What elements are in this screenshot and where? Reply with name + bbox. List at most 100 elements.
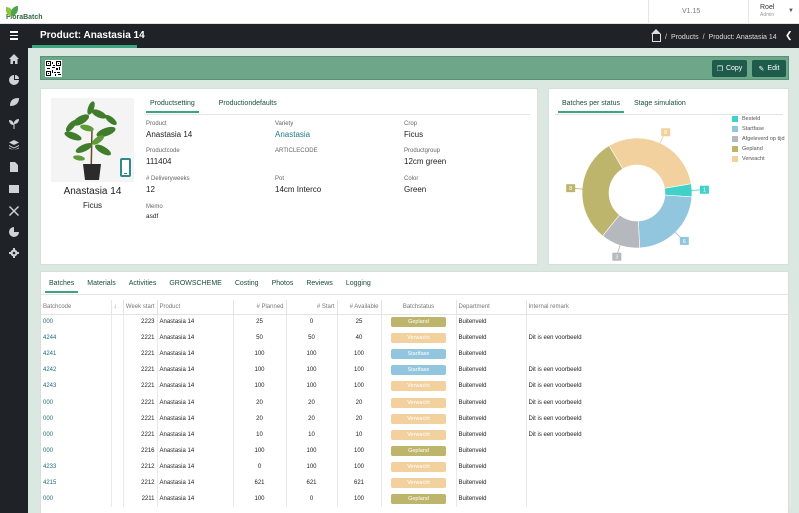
app-logo[interactable]: FloraBatch bbox=[6, 3, 43, 21]
user-menu[interactable]: Roel Admin bbox=[760, 4, 774, 18]
code-cell[interactable]: 4241 bbox=[41, 346, 112, 363]
remark-cell: Dit is een voorbeeld bbox=[526, 426, 791, 443]
sidebar-leaf-icon[interactable] bbox=[9, 97, 19, 107]
column-header[interactable]: Product bbox=[157, 300, 234, 315]
planned-cell: 100 bbox=[233, 378, 287, 395]
code-cell[interactable]: 4243 bbox=[41, 378, 112, 395]
product-cell: Anastasia 14 bbox=[157, 442, 234, 459]
planned-cell: 100 bbox=[233, 362, 287, 379]
legend-item[interactable]: Gepland bbox=[732, 146, 785, 152]
column-header[interactable]: Department bbox=[456, 300, 527, 315]
column-header[interactable]: Week start bbox=[123, 300, 158, 315]
code-cell[interactable]: 4242 bbox=[41, 362, 112, 379]
sidebar-layers-icon[interactable] bbox=[9, 140, 19, 150]
status-badge: Gepland bbox=[391, 317, 446, 328]
week-cell: 2221 bbox=[123, 330, 158, 347]
code-cell[interactable]: 000 bbox=[41, 442, 112, 459]
dept-cell: Buitenveld bbox=[456, 491, 527, 508]
tab-activities[interactable]: Activities bbox=[129, 280, 157, 292]
legend-item[interactable]: Afgeleverd op tijd bbox=[732, 136, 785, 142]
sidebar-sprout-icon[interactable] bbox=[9, 119, 19, 129]
batches-card: Batches Materials Activities GROWSCHEME Cost… bbox=[40, 271, 791, 513]
start-cell: 20 bbox=[286, 394, 338, 411]
sidebar-home-icon[interactable] bbox=[9, 54, 19, 64]
breadcrumb-products[interactable]: Products bbox=[671, 34, 699, 41]
sidebar-id-card-icon[interactable] bbox=[9, 184, 19, 194]
column-header[interactable]: ↓ bbox=[111, 300, 124, 315]
home-icon[interactable] bbox=[651, 29, 661, 42]
caret-down-icon[interactable]: ▼ bbox=[788, 8, 794, 14]
column-header[interactable]: # Start bbox=[286, 300, 338, 315]
legend-item[interactable]: Besteld bbox=[732, 116, 785, 122]
column-header[interactable]: # Planned bbox=[233, 300, 287, 315]
code-cell[interactable]: 000 bbox=[41, 491, 112, 508]
tab-logging[interactable]: Logging bbox=[346, 280, 371, 292]
donut-slice-verwacht[interactable] bbox=[608, 137, 692, 189]
table-row[interactable]: 000 2221 Anastasia 14 10 10 10 Verwacht Buitenv… bbox=[41, 426, 791, 443]
tab-materials[interactable]: Materials bbox=[87, 280, 115, 292]
table-row[interactable]: 4243 2221 Anastasia 14 100 100 100 Verwacht Bui… bbox=[41, 378, 791, 395]
week-cell: 2223 bbox=[123, 314, 158, 331]
collapse-chevron-icon[interactable]: ❮ bbox=[785, 30, 793, 41]
column-header[interactable]: Internal remark bbox=[526, 300, 791, 315]
tab-productiondefaults[interactable]: Productiondefaults bbox=[219, 100, 277, 112]
tab-batches[interactable]: Batches bbox=[44, 280, 79, 293]
edit-button[interactable]: ✎ Edit bbox=[752, 60, 786, 77]
table-row[interactable]: 000 2221 Anastasia 14 20 20 20 Verwacht Buitenv… bbox=[41, 394, 791, 411]
tabs-divider bbox=[41, 294, 790, 295]
qr-code-icon[interactable] bbox=[45, 60, 62, 77]
sidebar-tools-icon[interactable] bbox=[9, 206, 19, 216]
planned-cell: 100 bbox=[233, 491, 287, 508]
legend-swatch bbox=[732, 156, 738, 162]
tab-growscheme[interactable]: GROWSCHEME bbox=[169, 280, 222, 292]
leaf-icon bbox=[6, 5, 19, 18]
remark-cell bbox=[526, 458, 791, 475]
code-cell[interactable]: 4244 bbox=[41, 330, 112, 347]
table-row[interactable]: 4233 2212 Anastasia 14 0 100 100 Verwacht Buite… bbox=[41, 458, 791, 475]
app-version: V1.15 bbox=[682, 8, 701, 15]
table-row[interactable]: 000 2221 Anastasia 14 20 20 20 Verwacht Buitenv… bbox=[41, 410, 791, 427]
table-row[interactable]: 4241 2221 Anastasia 14 100 100 100 Startfase Bu… bbox=[41, 346, 791, 363]
sidebar-dashboard-icon[interactable] bbox=[9, 75, 19, 85]
column-header[interactable]: # Available bbox=[337, 300, 382, 315]
mobile-phone-icon[interactable] bbox=[120, 158, 131, 177]
code-cell[interactable]: 000 bbox=[41, 394, 112, 411]
code-cell[interactable]: 4215 bbox=[41, 474, 112, 492]
field-value[interactable]: Anastasia bbox=[275, 130, 310, 139]
legend-label: Startfase bbox=[742, 126, 765, 132]
code-cell[interactable]: 000 bbox=[41, 426, 112, 443]
title-underline bbox=[32, 45, 137, 48]
planned-cell: 25 bbox=[233, 314, 287, 331]
divider bbox=[748, 0, 749, 24]
code-cell[interactable]: 4233 bbox=[41, 458, 112, 475]
column-header[interactable]: Batchcode bbox=[41, 300, 112, 315]
tab-photos[interactable]: Photos bbox=[272, 280, 294, 292]
tab-costing[interactable]: Costing bbox=[235, 280, 259, 292]
start-cell: 100 bbox=[286, 458, 338, 475]
table-header: Batchcode ↓ Week start Product # Planned # St… bbox=[41, 300, 791, 315]
table-row[interactable]: 4215 2212 Anastasia 14 621 621 621 Verwacht Bui… bbox=[41, 474, 791, 492]
dept-cell: Buitenveld bbox=[456, 394, 527, 411]
tab-productsetting[interactable]: Productsetting bbox=[146, 100, 199, 113]
code-cell[interactable]: 000 bbox=[41, 410, 112, 427]
sidebar-document-icon[interactable] bbox=[9, 162, 19, 172]
status-badge: Startfase bbox=[391, 349, 446, 360]
sidebar-report-icon[interactable] bbox=[9, 227, 19, 237]
sidebar-settings-icon[interactable] bbox=[9, 248, 19, 258]
legend-item[interactable]: Startfase bbox=[732, 126, 785, 132]
hamburger-menu-icon[interactable] bbox=[10, 31, 18, 42]
table-row[interactable]: 000 2216 Anastasia 14 100 100 100 Gepland Buite… bbox=[41, 442, 791, 459]
column-header[interactable]: Batchstatus bbox=[381, 300, 457, 315]
table-row[interactable]: 4244 2221 Anastasia 14 50 50 40 Verwacht Buiten… bbox=[41, 330, 791, 347]
tab-reviews[interactable]: Reviews bbox=[306, 280, 332, 292]
legend-item[interactable]: Verwacht bbox=[732, 156, 785, 162]
product-name: Anastasia 14 bbox=[63, 186, 122, 197]
table-row[interactable]: 4242 2221 Anastasia 14 100 100 100 Startfase Bu… bbox=[41, 362, 791, 379]
copy-button[interactable]: ❐ Copy bbox=[712, 60, 747, 77]
table-row[interactable]: 000 2223 Anastasia 14 25 0 25 Gepland Buitenvel… bbox=[41, 314, 791, 331]
code-cell[interactable]: 000 bbox=[41, 314, 112, 331]
start-cell: 100 bbox=[286, 346, 338, 363]
table-row[interactable]: 000 2211 Anastasia 14 100 0 100 Gepland Buitenv… bbox=[41, 491, 791, 508]
spacer-cell bbox=[111, 378, 124, 395]
planned-cell: 20 bbox=[233, 394, 287, 411]
